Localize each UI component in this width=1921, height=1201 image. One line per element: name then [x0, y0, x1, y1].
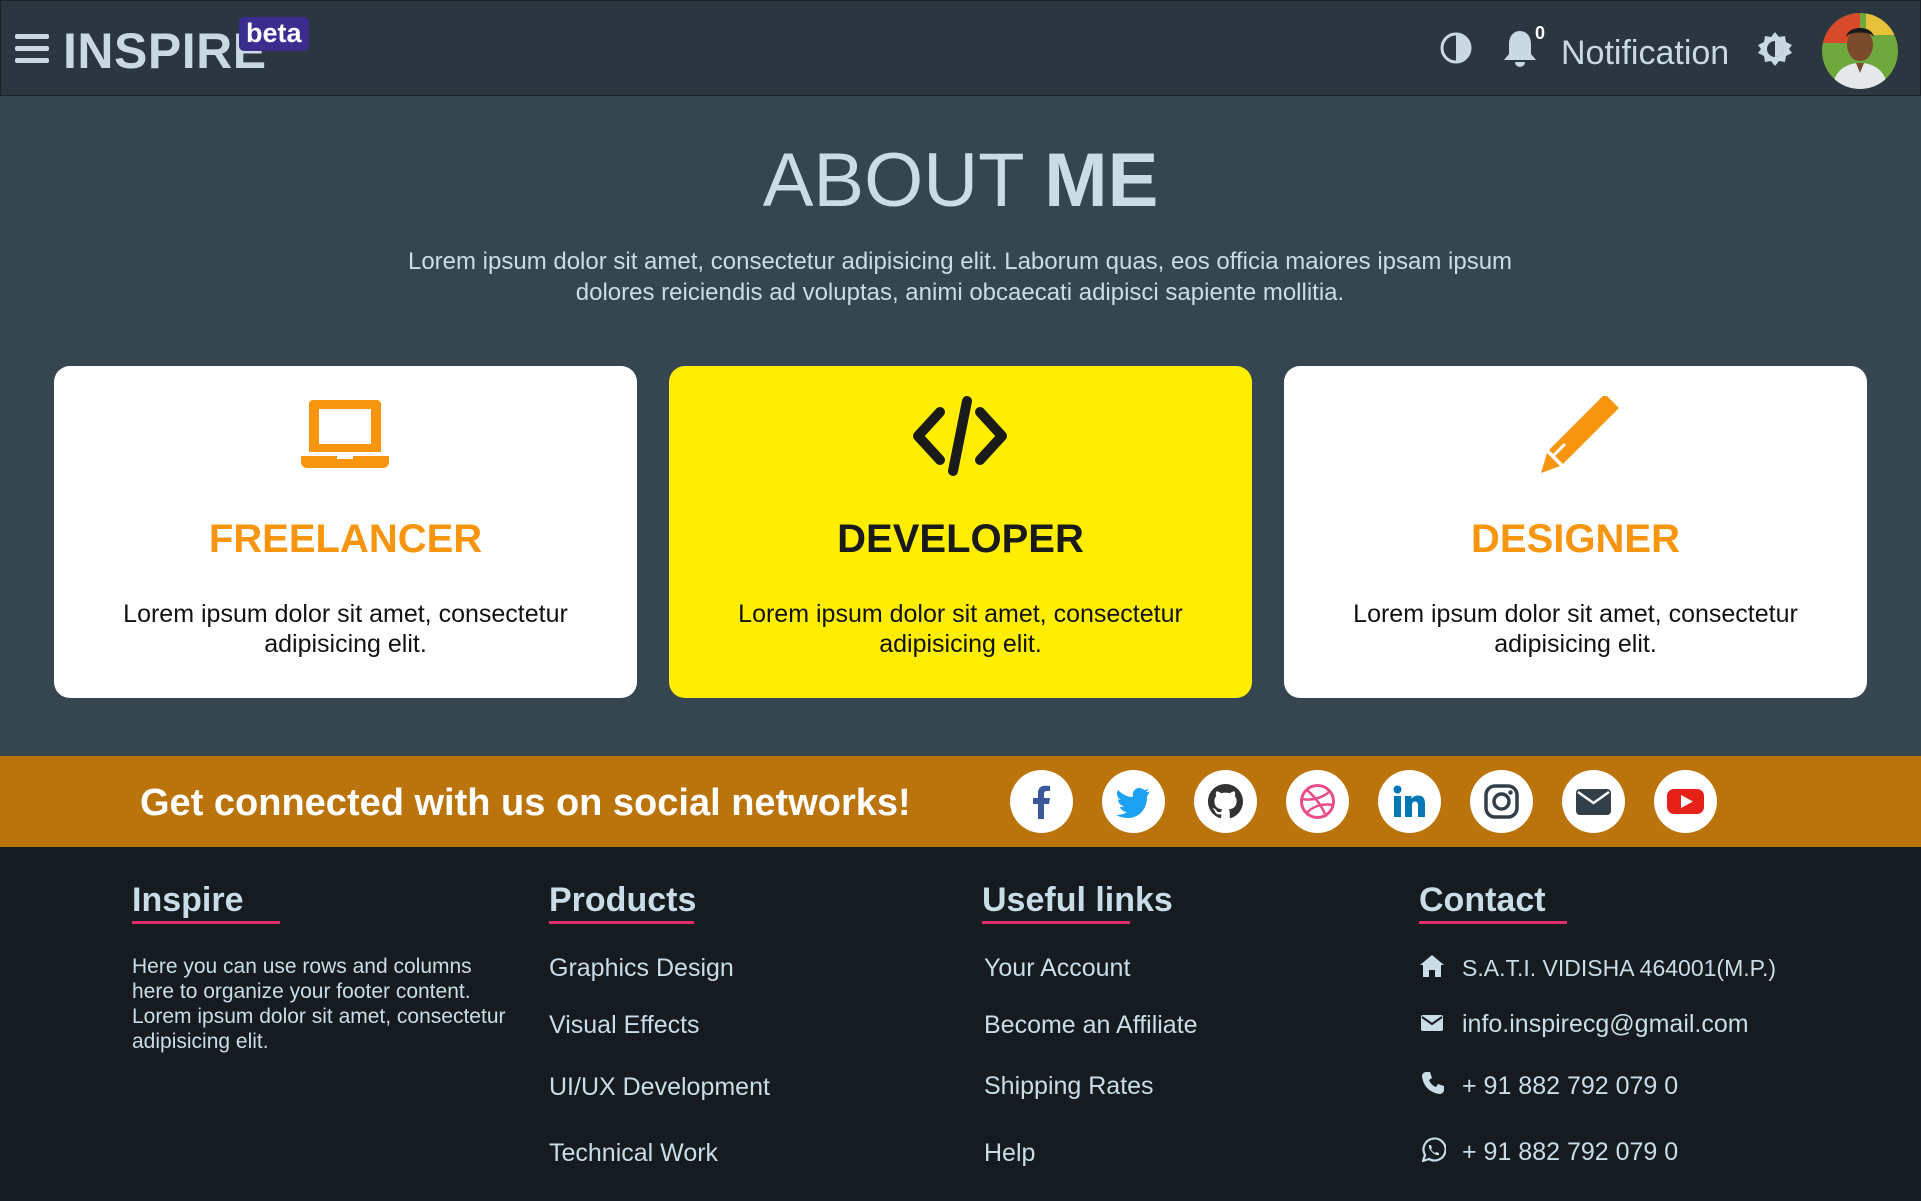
github-icon — [1208, 784, 1243, 819]
twitter-icon — [1116, 788, 1150, 818]
pencil-icon — [1541, 396, 1619, 473]
footer-link-graphics-design[interactable]: Graphics Design — [549, 953, 734, 983]
footer-inspire-text: Here you can use rows and columns here t… — [132, 955, 506, 1053]
user-avatar[interactable] — [1822, 13, 1898, 89]
whatsapp-icon — [1421, 1137, 1446, 1163]
linkedin-icon — [1393, 785, 1425, 817]
contact-address: S.A.T.I. VIDISHA 464001(M.P.) — [1462, 955, 1777, 981]
email-icon — [1576, 789, 1611, 815]
footer-link-become-affiliate[interactable]: Become an Affiliate — [984, 1010, 1198, 1040]
footer: Inspire Here you can use rows and column… — [0, 847, 1921, 1201]
notification-count-badge: 0 — [1535, 23, 1546, 43]
phone-icon — [1422, 1072, 1444, 1094]
about-section: ABOUT ME Lorem ipsum dolor sit amet, con… — [0, 96, 1921, 756]
card-text: Lorem ipsum dolor sit amet, consectetur … — [738, 600, 1183, 658]
brightness-icon[interactable] — [1757, 31, 1793, 67]
footer-link-shipping-rates[interactable]: Shipping Rates — [984, 1071, 1154, 1101]
footer-link-technical-work[interactable]: Technical Work — [549, 1138, 718, 1168]
code-icon — [913, 396, 1007, 476]
heading-underline — [1419, 921, 1567, 924]
designer-card: DESIGNER Lorem ipsum dolor sit amet, con… — [1284, 366, 1867, 698]
card-text: Lorem ipsum dolor sit amet, consectetur … — [123, 600, 568, 658]
footer-link-uiux-development[interactable]: UI/UX Development — [549, 1072, 770, 1102]
dribbble-button[interactable] — [1286, 770, 1349, 833]
footer-link-visual-effects[interactable]: Visual Effects — [549, 1010, 700, 1040]
bell-icon[interactable] — [1502, 29, 1538, 69]
heading-underline — [549, 921, 694, 924]
heading-underline — [132, 921, 280, 924]
email-button[interactable] — [1562, 770, 1625, 833]
contrast-icon[interactable] — [1439, 31, 1473, 65]
notification-label[interactable]: Notification — [1561, 33, 1729, 73]
hamburger-menu-icon[interactable] — [15, 34, 49, 64]
contact-email[interactable]: info.inspirecg@gmail.com — [1462, 1009, 1749, 1039]
social-bar: Get connected with us on social networks… — [0, 756, 1921, 847]
twitter-button[interactable] — [1102, 770, 1165, 833]
youtube-icon — [1667, 789, 1704, 814]
footer-heading-contact: Contact — [1419, 881, 1546, 919]
card-text: Lorem ipsum dolor sit amet, consectetur … — [1353, 600, 1798, 658]
freelancer-card: FREELANCER Lorem ipsum dolor sit amet, c… — [54, 366, 637, 698]
about-title-bold: ME — [1044, 138, 1159, 223]
youtube-button[interactable] — [1654, 770, 1717, 833]
about-title: ABOUT ME — [0, 136, 1921, 226]
card-title: DESIGNER — [1471, 517, 1680, 561]
dribbble-icon — [1300, 784, 1335, 819]
developer-card: DEVELOPER Lorem ipsum dolor sit amet, co… — [669, 366, 1252, 698]
home-icon — [1420, 955, 1444, 977]
footer-link-help[interactable]: Help — [984, 1138, 1035, 1168]
navbar: INSPIRE beta 0 Notification — [0, 0, 1921, 96]
instagram-icon — [1484, 784, 1519, 819]
about-title-light: ABOUT — [762, 138, 1024, 223]
envelope-icon — [1421, 1015, 1443, 1031]
beta-badge: beta — [239, 17, 309, 51]
footer-heading-products: Products — [549, 881, 697, 919]
card-title: DEVELOPER — [837, 517, 1084, 561]
linkedin-button[interactable] — [1378, 770, 1441, 833]
brand-logo[interactable]: INSPIRE — [63, 23, 267, 79]
footer-heading-useful-links: Useful links — [982, 881, 1173, 919]
facebook-icon — [1033, 785, 1050, 819]
card-title: FREELANCER — [208, 517, 483, 561]
social-heading: Get connected with us on social networks… — [140, 782, 911, 824]
about-description: Lorem ipsum dolor sit amet, consectetur … — [407, 248, 1513, 306]
facebook-button[interactable] — [1010, 770, 1073, 833]
github-button[interactable] — [1194, 770, 1257, 833]
heading-underline — [982, 921, 1130, 924]
instagram-button[interactable] — [1470, 770, 1533, 833]
contact-phone: + 91 882 792 079 0 — [1462, 1072, 1679, 1100]
laptop-icon — [301, 400, 389, 468]
contact-whatsapp: + 91 882 792 079 0 — [1462, 1138, 1679, 1166]
footer-link-your-account[interactable]: Your Account — [984, 953, 1130, 983]
footer-heading-inspire: Inspire — [132, 881, 244, 919]
